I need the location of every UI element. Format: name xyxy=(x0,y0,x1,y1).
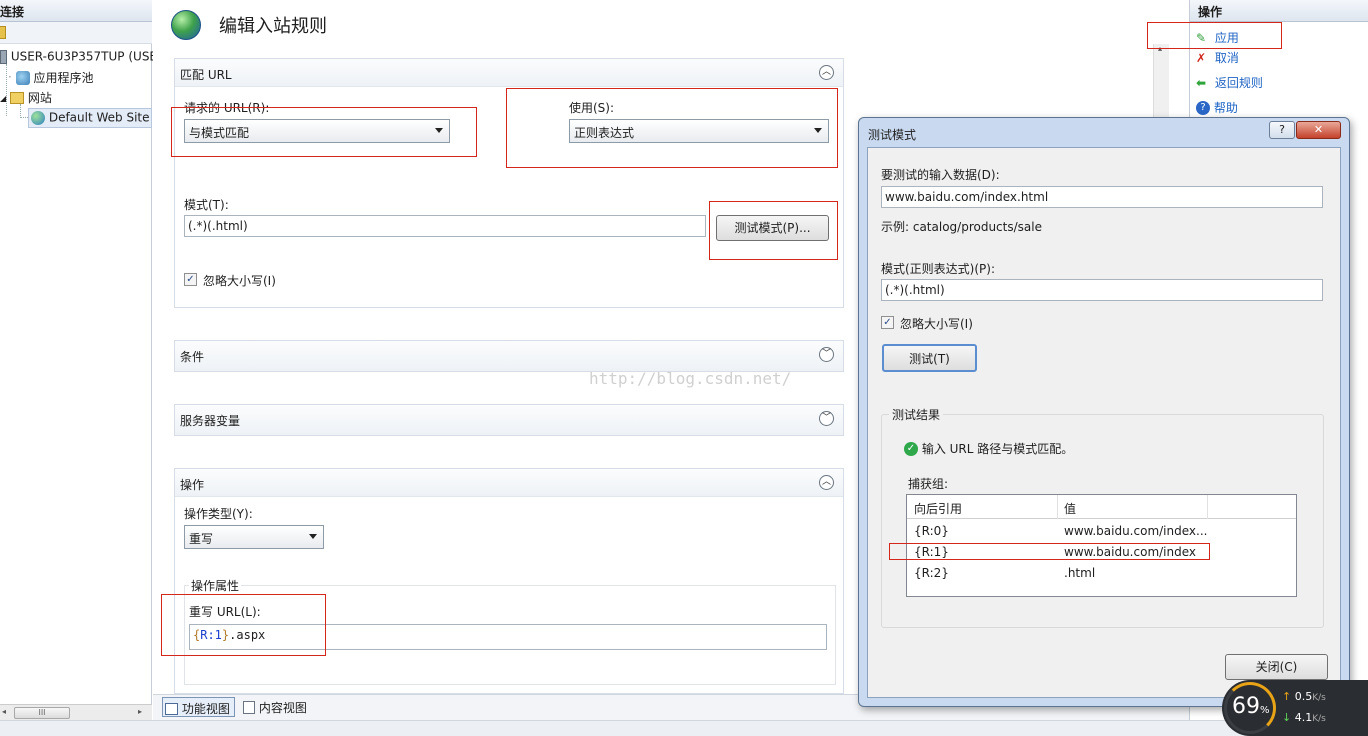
table-row[interactable]: {R:2} .html xyxy=(907,564,1296,584)
grid-header-ref[interactable]: 向后引用 xyxy=(914,500,962,517)
action-header[interactable]: 操作 ︿ xyxy=(175,469,843,497)
input-data-field[interactable]: www.baidu.com/index.html xyxy=(881,186,1323,208)
collapse-chevron-icon[interactable]: ︿ xyxy=(819,65,834,80)
upload-speed: ↑ 0.5K/s xyxy=(1282,690,1326,703)
folder-icon[interactable] xyxy=(0,26,6,39)
action-back-to-rules[interactable]: ⬅ 返回规则 xyxy=(1196,74,1263,91)
grid-divider xyxy=(1057,495,1058,519)
highlight-box xyxy=(171,107,477,157)
tree-item-default-web-site[interactable]: Default Web Site xyxy=(28,108,152,128)
run-test-button[interactable]: 测试(T) xyxy=(882,344,977,372)
connections-panel: 连接 USER-6U3P357TUP (USE · 应用程序池 ◢ 网站 Def… xyxy=(0,0,157,736)
grid-header-value[interactable]: 值 xyxy=(1064,500,1076,517)
expand-icon[interactable]: ◢ xyxy=(0,94,6,103)
dialog-help-button[interactable]: ? xyxy=(1269,121,1295,139)
server-variables-header[interactable]: 服务器变量 ﹀ xyxy=(175,405,843,435)
app-pool-icon xyxy=(15,70,30,85)
scroll-left-icon[interactable]: ◂ xyxy=(2,707,6,716)
center-vertical-scrollbar[interactable]: ▴ xyxy=(1153,44,1169,124)
upload-arrow-icon: ↑ xyxy=(1282,690,1292,703)
scroll-thumb[interactable]: III xyxy=(14,707,70,719)
check-ok-icon: ✓ xyxy=(904,441,918,456)
dialog-ignore-case-label: 忽略大小写(I) xyxy=(900,317,973,331)
pattern-label: 模式(T): xyxy=(184,198,229,212)
expand-chevron-icon[interactable]: ﹀ xyxy=(819,347,834,362)
page-title: 编辑入站规则 xyxy=(219,16,327,37)
ignore-case-label: 忽略大小写(I) xyxy=(203,274,276,288)
example-text: 示例: catalog/products/sale xyxy=(881,220,1042,234)
action-type-dropdown[interactable]: 重写 xyxy=(184,525,324,549)
regex-pattern-label: 模式(正则表达式)(P): xyxy=(881,262,996,276)
conditions-section[interactable]: 条件 ﹀ xyxy=(174,340,844,372)
conditions-header[interactable]: 条件 ﹀ xyxy=(175,341,843,371)
connections-toolbar xyxy=(0,22,152,44)
highlight-box xyxy=(889,543,1210,560)
match-url-header[interactable]: 匹配 URL ︿ xyxy=(175,59,843,87)
action-cancel[interactable]: ✗ 取消 xyxy=(1196,49,1239,66)
action-help[interactable]: ? 帮助 xyxy=(1196,99,1238,116)
cancel-icon: ✗ xyxy=(1196,50,1207,65)
actions-header: 操作 xyxy=(1190,0,1368,22)
close-dialog-button[interactable]: 关闭(C) xyxy=(1225,654,1328,680)
input-data-label: 要测试的输入数据(D): xyxy=(881,168,1000,182)
test-results-label: 测试结果 xyxy=(889,406,944,423)
connections-header: 连接 xyxy=(0,0,152,22)
grid-divider xyxy=(1207,495,1208,519)
features-view-icon xyxy=(165,702,178,715)
dialog-ignore-case-checkbox[interactable]: ✓ xyxy=(881,316,894,329)
sites-folder-icon xyxy=(9,91,24,104)
download-speed: ↓ 4.1K/s xyxy=(1282,711,1326,724)
server-variables-section[interactable]: 服务器变量 ﹀ xyxy=(174,404,844,436)
result-message: ✓ 输入 URL 路径与模式匹配。 xyxy=(904,440,1073,457)
network-monitor-widget[interactable]: 69% ↑ 0.5K/s ↓ 4.1K/s xyxy=(1222,680,1368,736)
table-row[interactable]: {R:0} www.baidu.com/index... xyxy=(907,522,1296,542)
highlight-box xyxy=(1147,22,1282,49)
expand-chevron-icon[interactable]: ﹀ xyxy=(819,411,834,426)
regex-pattern-field[interactable]: (.*)(.html) xyxy=(881,279,1323,301)
dropdown-arrow-icon xyxy=(309,534,317,539)
tree-item-app-pools[interactable]: · 应用程序池 xyxy=(8,69,94,86)
action-type-label: 操作类型(Y): xyxy=(184,507,253,521)
grid-header-row: 向后引用 值 xyxy=(907,495,1296,519)
tab-content-view[interactable]: 内容视图 xyxy=(241,697,316,717)
back-arrow-icon: ⬅ xyxy=(1196,75,1207,90)
action-properties-label: 操作属性 xyxy=(189,577,242,594)
server-icon xyxy=(0,49,7,64)
left-horizontal-scrollbar[interactable]: III ◂ ▸ xyxy=(0,704,152,720)
dialog-body: 要测试的输入数据(D): www.baidu.com/index.html 示例… xyxy=(867,147,1341,698)
highlight-box xyxy=(161,594,326,656)
capture-groups-label: 捕获组: xyxy=(908,477,949,491)
dialog-title: 测试模式 xyxy=(868,128,917,142)
content-view-icon xyxy=(243,701,255,714)
highlight-box xyxy=(709,201,838,260)
usage-percent: 69% xyxy=(1232,694,1270,719)
tree-item-server[interactable]: USER-6U3P357TUP (USE xyxy=(0,49,157,64)
test-pattern-dialog: 测试模式 ? ✕ 要测试的输入数据(D): www.baidu.com/inde… xyxy=(858,117,1350,707)
scroll-right-icon[interactable]: ▸ xyxy=(138,707,142,716)
pattern-input[interactable]: (.*)(.html) xyxy=(184,215,706,237)
download-arrow-icon: ↓ xyxy=(1282,711,1292,724)
dialog-close-button[interactable]: ✕ xyxy=(1296,121,1341,139)
globe-icon xyxy=(31,110,45,125)
highlight-box xyxy=(506,88,838,168)
ignore-case-checkbox[interactable]: ✓ xyxy=(184,273,197,286)
tab-features-view[interactable]: 功能视图 xyxy=(162,697,235,717)
help-icon: ? xyxy=(1196,100,1210,115)
collapse-chevron-icon[interactable]: ︿ xyxy=(819,475,834,490)
watermark: http://blog.csdn.net/ xyxy=(589,369,792,388)
rule-globe-icon xyxy=(171,10,201,40)
status-bar xyxy=(0,720,1368,736)
